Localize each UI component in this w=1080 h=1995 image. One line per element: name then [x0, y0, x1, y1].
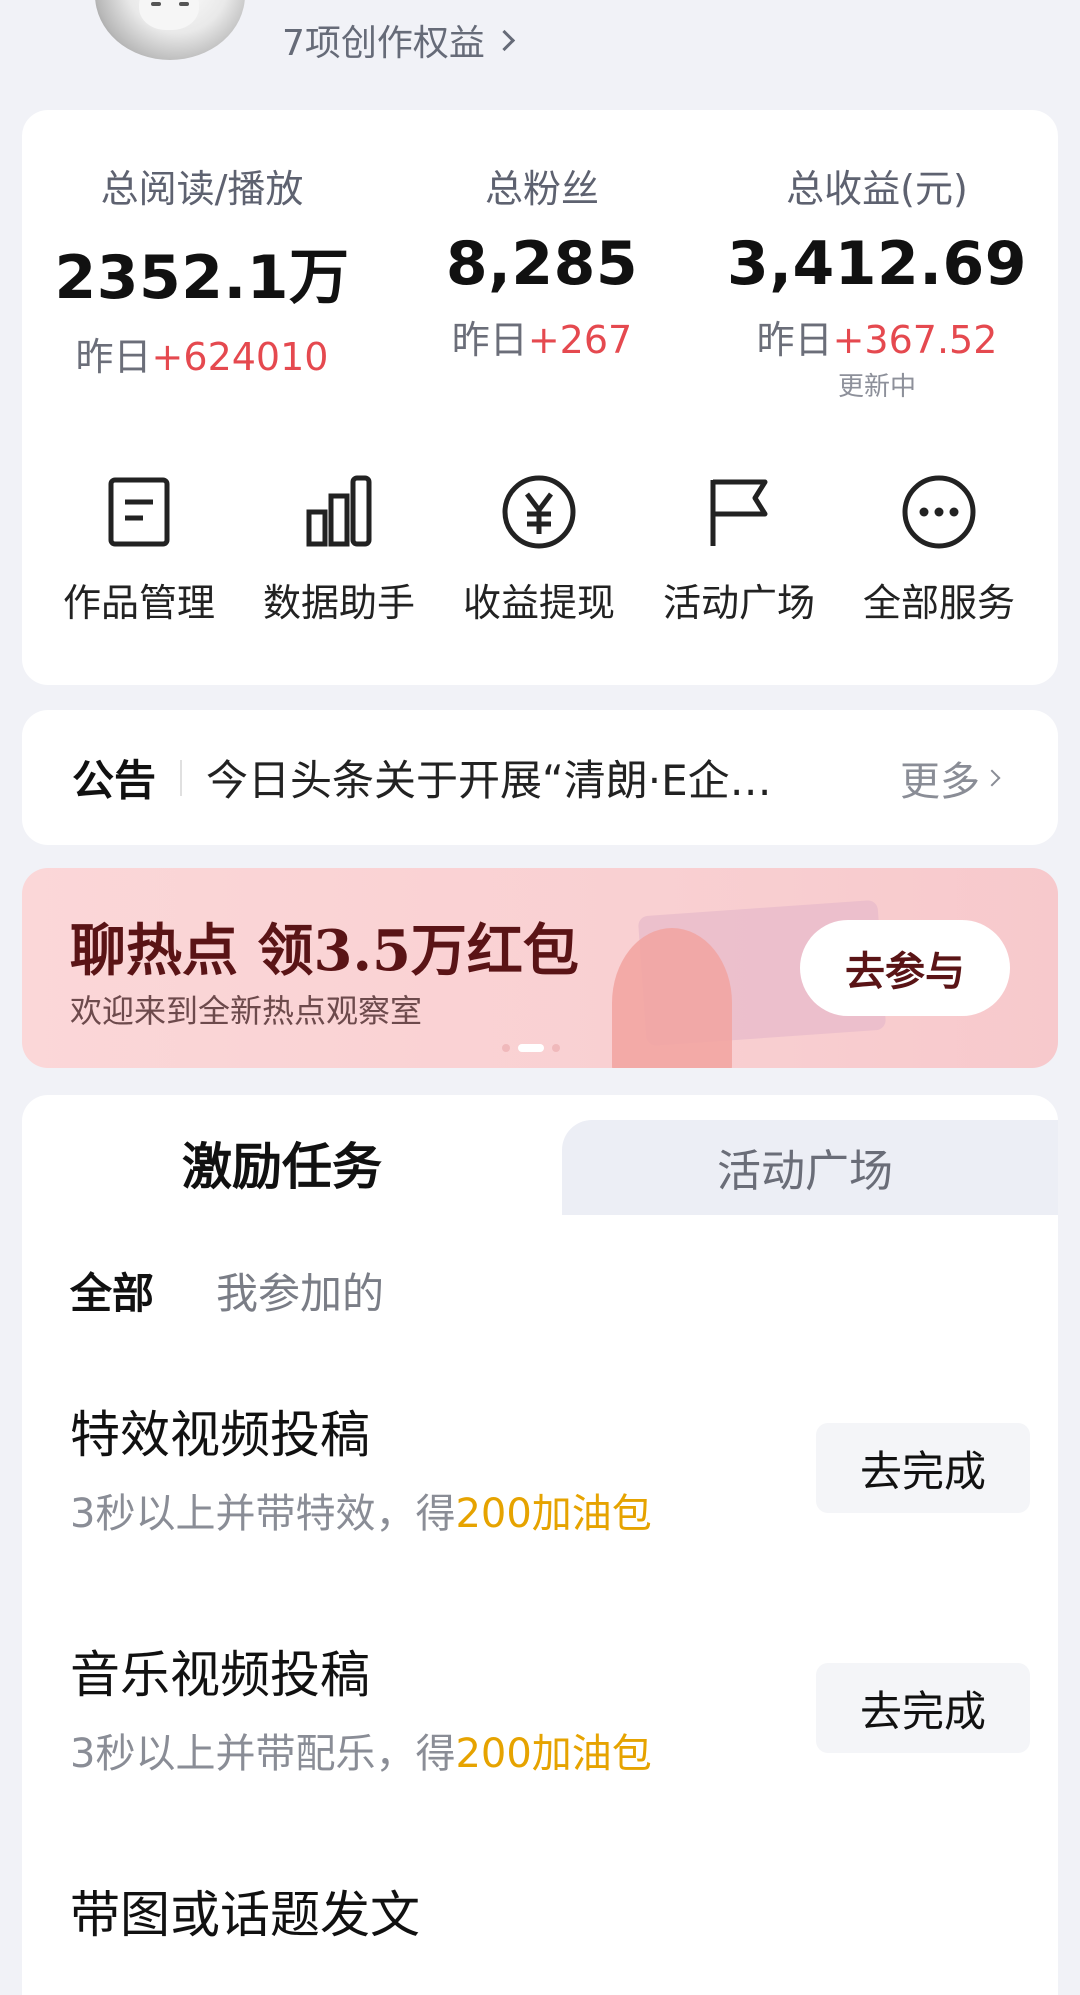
divider [180, 759, 183, 796]
avatar-eye [151, 2, 161, 6]
service-label: 作品管理 [62, 581, 215, 625]
banner-join-button[interactable]: 去参与 [800, 920, 1010, 1016]
task-title: 带图或话题发文 [70, 1886, 420, 1944]
task-item: 音乐视频投稿 3秒以上并带配乐，得200加油包 去完成 [70, 1635, 1030, 1779]
avatar-eye [179, 2, 189, 6]
notice-more-link[interactable]: 更多 [900, 749, 1001, 807]
task-complete-button[interactable]: 去完成 [816, 1663, 1030, 1753]
updating-label: 更新中 [837, 372, 916, 402]
stat-total-fans[interactable]: 总粉丝 8,285 昨日+267 [392, 158, 692, 364]
carousel-dot [552, 1044, 560, 1052]
stat-total-reads[interactable]: 总阅读/播放 2352.1万 昨日+624010 [52, 158, 352, 381]
service-data-assistant[interactable]: 数据助手 [254, 472, 424, 627]
banner-flame-decoration [612, 928, 732, 1068]
stat-delta: 昨日+624010 [75, 335, 329, 379]
service-label: 全部服务 [862, 581, 1015, 625]
more-icon [899, 472, 979, 552]
avatar-face [139, 0, 199, 30]
tab-activity-square[interactable]: 活动广场 [717, 1135, 893, 1199]
task-tabs: 激励任务 活动广场 [22, 1095, 1058, 1215]
benefits-label: 7项创作权益 [282, 23, 485, 64]
more-label: 更多 [900, 758, 980, 805]
notice-text[interactable]: 今日头条关于开展“清朗·E企… [206, 747, 826, 808]
document-icon [99, 472, 179, 552]
task-complete-button[interactable]: 去完成 [816, 1423, 1030, 1513]
creator-benefits-link[interactable]: 7项创作权益 [282, 14, 516, 66]
stat-value: 3,412.69 [726, 229, 1028, 299]
service-income-withdraw[interactable]: 收益提现 [454, 472, 624, 627]
stat-delta: 昨日+367.52 [756, 318, 998, 362]
service-label: 收益提现 [462, 581, 615, 625]
stat-delta: 昨日+267 [451, 318, 633, 362]
task-card: 激励任务 活动广场 全部 我参加的 特效视频投稿 3秒以上并带特效，得200加油… [22, 1095, 1058, 1995]
promo-banner[interactable]: 聊热点 领3.5万红包 欢迎来到全新热点观察室 去参与 [22, 868, 1058, 1068]
service-activity-square[interactable]: 活动广场 [654, 472, 824, 627]
banner-subtitle: 欢迎来到全新热点观察室 [70, 992, 423, 1030]
notice-tag: 公告 [72, 756, 157, 805]
stat-value: 2352.1万 [54, 243, 350, 313]
banner-title: 聊热点 领3.5万红包 [70, 918, 579, 984]
task-item: 带图或话题发文 [70, 1875, 1030, 1947]
flag-icon [699, 472, 779, 552]
yen-icon [499, 472, 579, 552]
carousel-dot-active [518, 1044, 544, 1052]
carousel-dot [502, 1044, 510, 1052]
filter-joined[interactable]: 我参加的 [216, 1260, 384, 1321]
stat-value: 8,285 [445, 229, 639, 299]
stat-label: 总粉丝 [484, 167, 599, 211]
stats-card: 总阅读/播放 2352.1万 昨日+624010 总粉丝 8,285 昨日+26… [22, 110, 1058, 685]
task-filters: 全部 我参加的 [70, 1260, 384, 1321]
avatar[interactable] [95, 0, 245, 60]
carousel-indicator [502, 1044, 560, 1052]
service-works-management[interactable]: 作品管理 [54, 472, 224, 627]
stat-total-income[interactable]: 总收益(元) 3,412.69 昨日+367.52 更新中 [722, 158, 1032, 403]
task-item: 特效视频投稿 3秒以上并带特效，得200加油包 去完成 [70, 1395, 1030, 1539]
stat-label: 总收益(元) [786, 167, 968, 211]
chevron-right-icon [493, 29, 516, 51]
bar-chart-icon [299, 472, 379, 552]
stat-label: 总阅读/播放 [100, 167, 304, 211]
service-label: 活动广场 [662, 581, 815, 625]
service-all-services[interactable]: 全部服务 [854, 472, 1024, 627]
chevron-right-icon [983, 769, 1001, 786]
tab-incentive-tasks[interactable]: 激励任务 [182, 1127, 382, 1199]
service-label: 数据助手 [262, 581, 415, 625]
notice-bar[interactable]: 公告 今日头条关于开展“清朗·E企… 更多 [22, 710, 1058, 845]
filter-all[interactable]: 全部 [70, 1260, 154, 1321]
